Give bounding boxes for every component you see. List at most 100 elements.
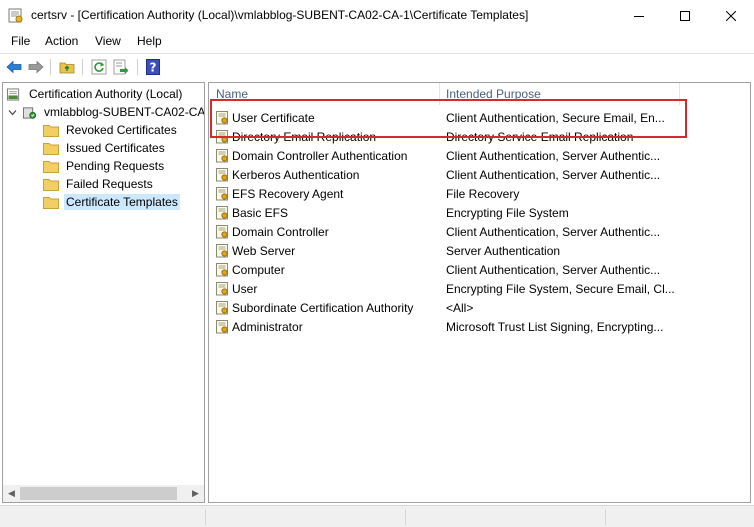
- forward-arrow-icon: [28, 60, 44, 74]
- table-row[interactable]: Computer Client Authentication, Server Au…: [209, 261, 750, 280]
- table-row[interactable]: User Encrypting File System, Secure Email…: [209, 280, 750, 299]
- certsrv-icon: [8, 8, 23, 23]
- template-intended-purpose: Client Authentication, Server Authentic.…: [446, 263, 661, 277]
- certificate-template-icon: [216, 225, 228, 239]
- folder-icon: [43, 160, 59, 173]
- refresh-icon: [91, 59, 107, 75]
- svg-text:?: ?: [150, 61, 157, 75]
- up-one-level-button[interactable]: [57, 58, 77, 76]
- template-name: Subordinate Certification Authority: [232, 301, 414, 315]
- folder-icon: [43, 124, 59, 137]
- table-row[interactable]: Domain Controller Client Authentication, …: [209, 223, 750, 242]
- template-intended-purpose: Server Authentication: [446, 244, 561, 258]
- table-row[interactable]: Directory Email Replication Directory Ser…: [209, 128, 750, 147]
- details-list[interactable]: Name Intended Purpose User Certificate Cl…: [208, 82, 751, 503]
- status-cell: [605, 509, 745, 525]
- template-intended-purpose: <All>: [446, 301, 474, 315]
- certificate-template-icon: [216, 244, 228, 258]
- menu-file[interactable]: File: [9, 34, 32, 48]
- toolbar-separator: [137, 59, 138, 75]
- template-name: Directory Email Replication: [232, 130, 377, 144]
- template-name: EFS Recovery Agent: [232, 187, 344, 201]
- chevron-down-icon[interactable]: [8, 108, 17, 117]
- export-list-icon: [113, 59, 129, 75]
- export-list-button[interactable]: [111, 58, 131, 76]
- table-row[interactable]: Kerberos Authentication Client Authentica…: [209, 166, 750, 185]
- certificate-template-icon: [216, 111, 228, 125]
- console-tree[interactable]: Certification Authority (Local) vmlabblo…: [2, 82, 205, 503]
- maximize-button[interactable]: [662, 0, 708, 31]
- folder-up-icon: [59, 62, 75, 74]
- tree-ca-node[interactable]: vmlabblog-SUBENT-CA02-CA-1: [8, 103, 205, 121]
- table-row[interactable]: Administrator Microsoft Trust List Signin…: [209, 318, 750, 337]
- folder-icon: [43, 196, 59, 209]
- tree-folder-label: Pending Requests: [66, 159, 165, 173]
- back-arrow-icon: [6, 60, 22, 74]
- scrollbar-thumb[interactable]: [20, 487, 177, 500]
- template-name: Kerberos Authentication: [232, 168, 360, 182]
- template-name: Domain Controller: [232, 225, 329, 239]
- template-name: Domain Controller Authentication: [232, 149, 408, 163]
- tree-root-label: Certification Authority (Local): [29, 87, 183, 101]
- back-button[interactable]: [4, 58, 24, 76]
- certificate-template-icon: [216, 206, 228, 220]
- status-cell: [405, 509, 605, 525]
- tree-folder-label: Revoked Certificates: [66, 123, 177, 137]
- tree-folder-certificate-templates[interactable]: Certificate Templates: [43, 193, 180, 211]
- menu-help[interactable]: Help: [135, 34, 164, 48]
- template-name: Basic EFS: [232, 206, 289, 220]
- column-header-intended-purpose[interactable]: Intended Purpose: [439, 83, 669, 105]
- table-row[interactable]: EFS Recovery Agent File Recovery: [209, 185, 750, 204]
- tree-folder-label: Failed Requests: [66, 177, 153, 191]
- certificate-template-icon: [216, 282, 228, 296]
- table-row[interactable]: Basic EFS Encrypting File System: [209, 204, 750, 223]
- refresh-button[interactable]: [89, 58, 109, 76]
- tree-folder-failed[interactable]: Failed Requests: [43, 175, 155, 193]
- template-name: User: [232, 282, 258, 296]
- column-divider[interactable]: [679, 83, 680, 105]
- tree-root[interactable]: Certification Authority (Local): [6, 85, 184, 103]
- template-name: Computer: [232, 263, 285, 277]
- template-intended-purpose: Client Authentication, Secure Email, En.…: [446, 111, 665, 125]
- tree-folder-pending[interactable]: Pending Requests: [43, 157, 166, 175]
- template-name: Administrator: [232, 320, 303, 334]
- template-intended-purpose: Client Authentication, Server Authentic.…: [446, 149, 661, 163]
- template-intended-purpose: Encrypting File System: [446, 206, 569, 220]
- folder-icon: [43, 142, 59, 155]
- certificate-template-icon: [216, 187, 228, 201]
- menu-view[interactable]: View: [93, 34, 123, 48]
- scroll-right-icon[interactable]: ▶: [187, 485, 204, 502]
- close-button[interactable]: [708, 0, 754, 31]
- horizontal-scrollbar[interactable]: ◀ ▶: [3, 485, 204, 502]
- certificate-template-icon: [216, 301, 228, 315]
- maximize-icon: [680, 10, 690, 21]
- toolbar-separator: [50, 59, 51, 75]
- template-intended-purpose: File Recovery: [446, 187, 520, 201]
- column-header-name[interactable]: Name: [209, 83, 439, 105]
- scroll-left-icon[interactable]: ◀: [3, 485, 20, 502]
- menu-action[interactable]: Action: [43, 34, 80, 48]
- status-cell: [205, 509, 405, 525]
- tree-folder-issued[interactable]: Issued Certificates: [43, 139, 167, 157]
- close-icon: [726, 10, 736, 21]
- table-row[interactable]: User Certificate Client Authentication, S…: [209, 109, 750, 128]
- menu-bar: File Action View Help: [0, 31, 754, 52]
- tree-folder-label: Certificate Templates: [64, 194, 180, 210]
- table-row[interactable]: Web Server Server Authentication: [209, 242, 750, 261]
- help-button[interactable]: ?: [143, 58, 163, 76]
- table-row[interactable]: Domain Controller Authentication Client A…: [209, 147, 750, 166]
- template-intended-purpose: Directory Service Email Replication: [446, 130, 634, 144]
- status-bar: [0, 505, 754, 527]
- help-icon: ?: [146, 59, 160, 75]
- template-name: Web Server: [232, 244, 296, 258]
- ca-server-icon: [22, 106, 37, 119]
- certificate-template-icon: [216, 149, 228, 163]
- title-bar[interactable]: certsrv - [Certification Authority (Loca…: [0, 0, 754, 31]
- template-name: User Certificate: [232, 111, 315, 125]
- forward-button[interactable]: [26, 58, 46, 76]
- minimize-button[interactable]: [616, 0, 662, 31]
- tree-folder-revoked[interactable]: Revoked Certificates: [43, 121, 179, 139]
- certificate-template-icon: [216, 320, 228, 334]
- tree-ca-label: vmlabblog-SUBENT-CA02-CA-1: [44, 105, 205, 119]
- table-row[interactable]: Subordinate Certification Authority <All>: [209, 299, 750, 318]
